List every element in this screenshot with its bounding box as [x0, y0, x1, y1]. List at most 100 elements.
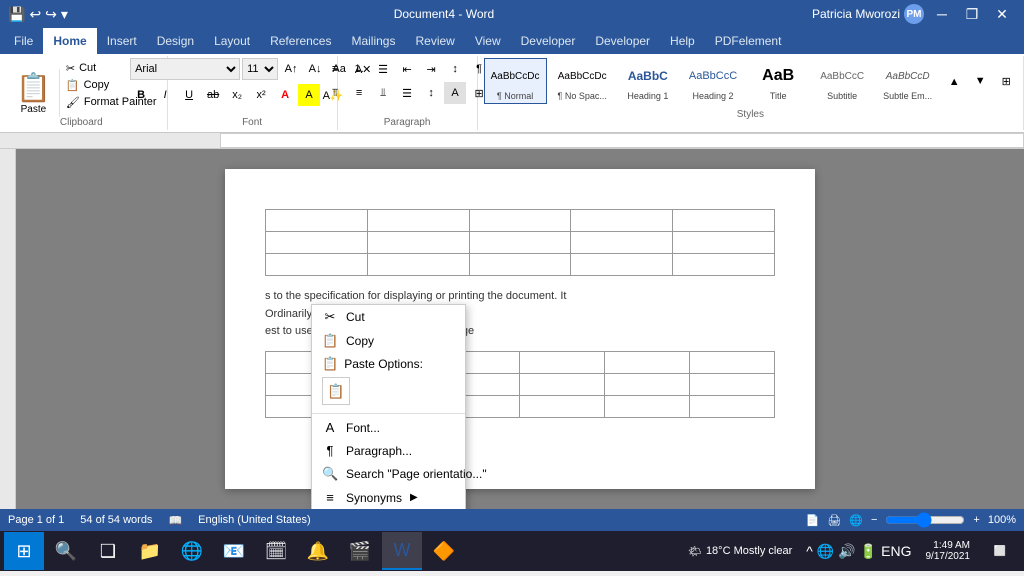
table-cell: [673, 232, 775, 254]
table-cell: [690, 374, 775, 396]
bold-button[interactable]: B: [130, 84, 152, 106]
strikethrough-btn[interactable]: ab: [202, 84, 224, 106]
font-family-select[interactable]: Arial: [130, 58, 240, 80]
taskbar: ⊞ 🔍 ❑ 📁 🌐 📧 🗓 🔔 🎬 W 🔶 🌤 18°C Mostly clea…: [0, 531, 1024, 571]
font-color-btn[interactable]: A: [274, 84, 296, 106]
mail-btn[interactable]: 📧: [214, 532, 254, 570]
document-area[interactable]: s to the specification for displaying or…: [16, 149, 1024, 509]
tab-insert[interactable]: Insert: [97, 28, 147, 54]
style-no-spacing[interactable]: AaBbCcDc ¶ No Spac...: [551, 58, 614, 104]
weather-icon: 🌤: [688, 545, 702, 558]
styles-scroll-up[interactable]: ▲: [943, 71, 965, 93]
clock-display[interactable]: 1:49 AM 9/17/2021: [918, 540, 979, 562]
zoom-in-btn[interactable]: +: [973, 514, 979, 526]
ctx-font[interactable]: A Font...: [312, 416, 465, 439]
table-cell: [605, 352, 690, 374]
justify-btn[interactable]: ☰: [396, 82, 418, 104]
edge-btn[interactable]: 🌐: [172, 532, 212, 570]
close-btn[interactable]: ✕: [988, 4, 1016, 24]
grow-font-btn[interactable]: A↑: [280, 58, 302, 80]
tab-home[interactable]: Home: [43, 28, 96, 54]
tab-developer[interactable]: Developer: [511, 28, 586, 54]
align-right-btn[interactable]: ⫫: [372, 82, 394, 104]
paste-button[interactable]: 📋 Paste: [8, 69, 60, 117]
increase-indent-btn[interactable]: ⇥: [420, 58, 442, 80]
view-web-btn[interactable]: 🌐: [849, 514, 863, 527]
file-explorer-btn[interactable]: 📁: [130, 532, 170, 570]
italic-button[interactable]: I: [154, 84, 176, 106]
zoom-slider[interactable]: [885, 512, 965, 528]
save-qa-btn[interactable]: 💾: [8, 6, 25, 23]
tab-pdfelement[interactable]: PDFelement: [705, 28, 792, 54]
ctx-synonyms[interactable]: ≡ Synonyms: [312, 486, 465, 509]
table-cell: [266, 254, 368, 276]
start-button[interactable]: ⊞: [4, 532, 44, 570]
style-title[interactable]: AaB Title: [748, 58, 808, 104]
shrink-font-btn[interactable]: A↓: [304, 58, 326, 80]
ctx-paragraph[interactable]: ¶ Paragraph...: [312, 439, 465, 462]
ctx-cut[interactable]: ✂ Cut: [312, 305, 465, 329]
tab-design[interactable]: Design: [147, 28, 204, 54]
highlight-btn[interactable]: A: [298, 84, 320, 106]
style-heading1[interactable]: AaBbC Heading 1: [618, 58, 678, 104]
table-cell: [520, 396, 605, 418]
battery-icon: 🔋: [860, 543, 877, 560]
style-subtitle[interactable]: AaBbCcC Subtitle: [812, 58, 872, 104]
volume-icon[interactable]: 🔊: [838, 543, 855, 560]
restore-btn[interactable]: ❐: [958, 4, 986, 24]
styles-scroll-down[interactable]: ▼: [969, 70, 991, 92]
font-size-select[interactable]: 11: [242, 58, 278, 80]
sort-btn[interactable]: ↕: [444, 58, 466, 80]
subscript-btn[interactable]: x₂: [226, 84, 248, 106]
underline-button[interactable]: U: [178, 84, 200, 106]
tab-view[interactable]: View: [465, 28, 511, 54]
style-normal[interactable]: AaBbCcDc ¶ Normal: [484, 58, 547, 104]
vlc-btn[interactable]: 🔶: [424, 532, 464, 570]
user-avatar[interactable]: PM: [904, 4, 924, 24]
ctx-search[interactable]: 🔍 Search "Page orientatio...": [312, 462, 465, 486]
decrease-indent-btn[interactable]: ⇤: [396, 58, 418, 80]
tab-layout[interactable]: Layout: [204, 28, 260, 54]
calendar-btn[interactable]: 🗓: [256, 532, 296, 570]
align-center-btn[interactable]: ≡: [348, 82, 370, 104]
ctx-separator-1: [312, 413, 465, 414]
line-spacing-btn[interactable]: ↕: [420, 82, 442, 104]
align-left-btn[interactable]: ⫪: [324, 82, 346, 104]
tab-help[interactable]: Help: [660, 28, 705, 54]
lang-icon[interactable]: ENG: [881, 543, 911, 559]
view-read-btn[interactable]: 📄: [806, 514, 820, 527]
tab-review[interactable]: Review: [405, 28, 464, 54]
bullets-btn[interactable]: ≡: [324, 58, 346, 80]
paste-keep-source-btn[interactable]: 📋: [322, 377, 350, 405]
notification-btn[interactable]: 🔔: [298, 532, 338, 570]
paste-icon: 📋: [16, 71, 51, 104]
superscript-btn[interactable]: x²: [250, 84, 272, 106]
style-heading2[interactable]: AaBbCcC Heading 2: [682, 58, 744, 104]
shading-btn[interactable]: A: [444, 82, 466, 104]
view-print-btn[interactable]: 🖨: [827, 514, 841, 527]
customize-qa-btn[interactable]: ▾: [61, 6, 68, 23]
quick-access-toolbar: 💾 ↩ ↪ ▾: [8, 6, 68, 23]
book-icon: 📖: [168, 514, 182, 527]
upper-table: [265, 209, 775, 276]
redo-qa-btn[interactable]: ↪: [45, 6, 57, 23]
tab-mailings[interactable]: Mailings: [341, 28, 405, 54]
styles-more[interactable]: ⊞: [995, 70, 1017, 92]
tab-developer2[interactable]: Developer: [585, 28, 660, 54]
style-subtle-em[interactable]: AaBbCcD Subtle Em...: [876, 58, 939, 104]
media-btn[interactable]: 🎬: [340, 532, 380, 570]
zoom-out-btn[interactable]: −: [871, 514, 877, 526]
task-view-btn[interactable]: ❑: [88, 532, 128, 570]
show-hidden-btn[interactable]: ^: [806, 543, 813, 559]
show-desktop-btn[interactable]: ⬜: [980, 532, 1020, 570]
numbering-btn[interactable]: 1.: [348, 58, 370, 80]
multilevel-btn[interactable]: ☰: [372, 58, 394, 80]
undo-qa-btn[interactable]: ↩: [29, 6, 41, 23]
minimize-btn[interactable]: ─: [928, 4, 956, 24]
font-label: Font: [242, 114, 262, 128]
search-btn[interactable]: 🔍: [46, 532, 86, 570]
tab-references[interactable]: References: [260, 28, 341, 54]
word-taskbar-btn[interactable]: W: [382, 532, 422, 570]
tab-file[interactable]: File: [4, 28, 43, 54]
ctx-copy[interactable]: 📋 Copy: [312, 329, 465, 353]
